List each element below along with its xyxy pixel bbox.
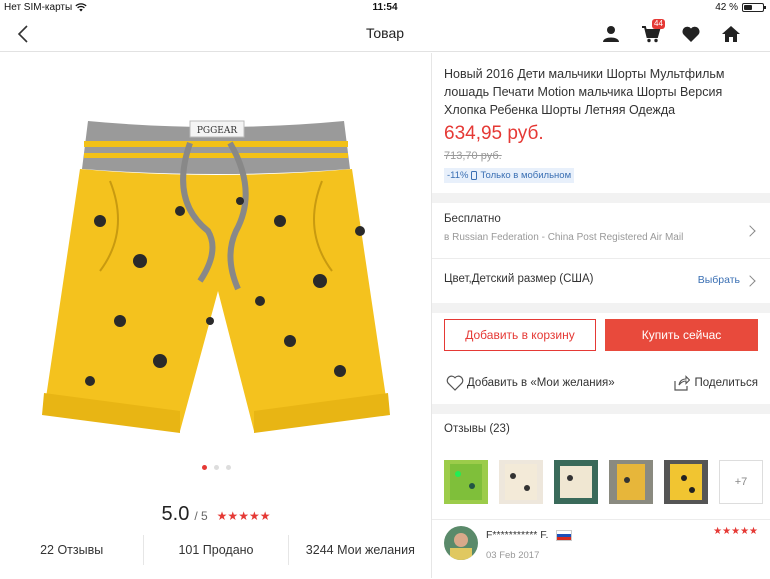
buy-now-button[interactable]: Купить сейчас <box>605 319 758 351</box>
stat-wishlist: 3244 Мои желания <box>287 535 432 565</box>
chevron-right-icon <box>744 225 756 237</box>
old-price: 713,70 руб. <box>444 150 502 162</box>
product-info-pane: Новый 2016 Дети мальчики Шорты Мультфиль… <box>432 53 770 578</box>
section-divider <box>432 404 770 414</box>
product-image[interactable]: PGGEAR <box>40 81 392 453</box>
wishlist-label: Добавить в «Мои желания» <box>467 377 615 389</box>
user-icon <box>603 26 619 42</box>
review-photo-image <box>617 464 645 500</box>
section-divider <box>432 303 770 313</box>
share-button[interactable]: Поделиться <box>674 375 758 391</box>
home-button[interactable] <box>720 23 742 45</box>
variant-select-link[interactable]: Выбрать <box>698 274 740 286</box>
share-label: Поделиться <box>694 377 758 389</box>
shipping-title: Бесплатно <box>444 213 501 225</box>
heart-icon <box>682 26 700 42</box>
reviews-header[interactable]: Отзывы (23) <box>444 423 510 435</box>
more-photos-button[interactable]: +7 <box>719 460 763 504</box>
variant-selector-row[interactable]: Цвет,Детский размер (США) Выбрать <box>432 260 770 302</box>
add-to-cart-button[interactable]: Добавить в корзину <box>444 319 596 351</box>
product-title: Новый 2016 Дети мальчики Шорты Мультфиль… <box>444 67 725 117</box>
review-photos: +7 <box>444 460 763 504</box>
section-divider <box>432 193 770 203</box>
battery-label: 42 % <box>715 2 738 13</box>
avatar-image <box>444 526 478 560</box>
rating-stars: ★★★★★ <box>216 509 271 523</box>
avatar <box>444 526 478 560</box>
review-photo[interactable] <box>554 460 598 504</box>
russia-flag-icon <box>556 529 573 541</box>
rating-value: 5.0 <box>161 503 190 525</box>
product-price: 634,95 руб. <box>444 123 544 144</box>
review-photo-image <box>560 466 592 498</box>
status-bar: Нет SIM-карты 11:54 42 % <box>0 0 770 16</box>
stats-row: 22 Отзывы 101 Продано 3244 Мои желания <box>0 535 432 565</box>
reviewer-name-row: F*********** F. <box>486 529 573 541</box>
review-photo[interactable] <box>499 460 543 504</box>
discount-percent: -11% <box>447 170 469 181</box>
review-photo[interactable] <box>444 460 488 504</box>
share-icon <box>674 375 691 391</box>
mobile-discount-badge: -11% Только в мобильном <box>444 168 575 183</box>
review-photo[interactable] <box>664 460 708 504</box>
cart-button[interactable]: 44 <box>640 19 665 45</box>
battery-icon <box>742 3 766 12</box>
wishlist-nav-button[interactable] <box>680 23 702 45</box>
review-photo-image <box>670 464 702 500</box>
gallery-dot[interactable] <box>225 465 231 470</box>
review-stars: ★★★★★ <box>713 526 758 537</box>
review-photo-image <box>505 464 537 500</box>
gallery-pagination[interactable] <box>0 465 432 470</box>
product-gallery-pane: PGGEAR 5.0 / 5 ★★★★★ 22 Отзывы 101 Прода… <box>0 53 432 578</box>
rating-max: / 5 <box>194 509 208 523</box>
shorts-illustration: PGGEAR <box>42 120 390 433</box>
chevron-right-icon <box>744 275 756 287</box>
gallery-dot[interactable] <box>201 465 207 470</box>
wish-share-row: Добавить в «Мои желания» Поделиться <box>432 369 770 399</box>
variant-label: Цвет,Детский размер (США) <box>444 273 594 285</box>
cart-count-badge: 44 <box>652 19 665 29</box>
rating-summary: 5.0 / 5 ★★★★★ <box>0 503 432 526</box>
account-button[interactable] <box>600 23 622 45</box>
shipping-row[interactable]: Бесплатно в Russian Federation - China P… <box>432 203 770 259</box>
mobile-only-label: Только в мобильном <box>480 170 572 181</box>
stat-reviews[interactable]: 22 Отзывы <box>0 535 143 565</box>
review-item: F*********** F. 03 Feb 2017 ★★★★★ <box>432 519 770 579</box>
home-icon <box>722 26 740 42</box>
stat-sold: 101 Продано <box>143 535 287 565</box>
heart-outline-icon <box>446 375 464 391</box>
review-date: 03 Feb 2017 <box>486 550 540 561</box>
nav-bar: Товар 44 <box>0 16 770 52</box>
review-photo-image <box>450 464 482 500</box>
gallery-dot[interactable] <box>213 465 219 470</box>
clock: 11:54 <box>372 2 398 13</box>
shipping-details: в Russian Federation - China Post Regist… <box>444 232 684 243</box>
phone-icon <box>471 171 478 180</box>
review-photo[interactable] <box>609 460 653 504</box>
add-to-wishlist-button[interactable]: Добавить в «Мои желания» <box>446 375 615 391</box>
reviewer-name: F*********** F. <box>486 529 549 541</box>
svg-text:PGGEAR: PGGEAR <box>197 126 238 136</box>
